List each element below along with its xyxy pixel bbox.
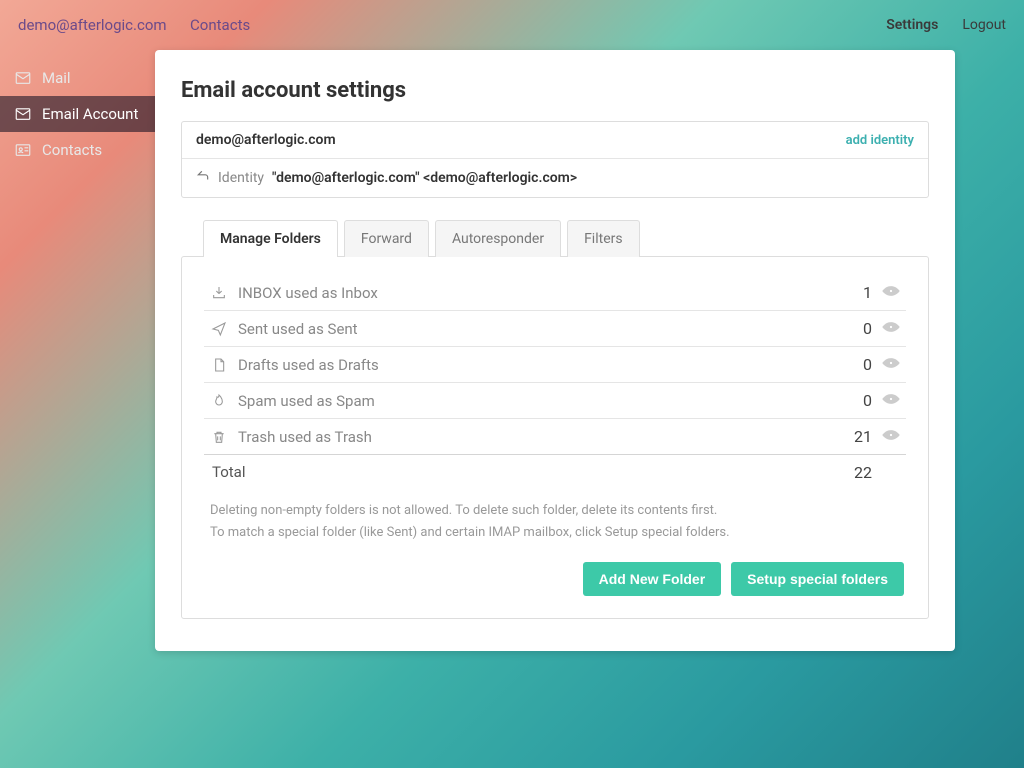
sidebar-item-label: Mail bbox=[42, 69, 71, 87]
folder-row-inbox[interactable]: INBOX used as Inbox 1 bbox=[204, 275, 906, 310]
add-new-folder-button[interactable]: Add New Folder bbox=[583, 562, 722, 596]
identity-row[interactable]: Identity "demo@afterlogic.com" <demo@aft… bbox=[182, 159, 928, 197]
page-title: Email account settings bbox=[181, 78, 929, 103]
logout-link[interactable]: Logout bbox=[962, 17, 1006, 33]
tab-filters[interactable]: Filters bbox=[567, 220, 640, 257]
help-line-1: Deleting non-empty folders is not allowe… bbox=[210, 500, 900, 522]
folder-row-drafts[interactable]: Drafts used as Drafts 0 bbox=[204, 346, 906, 382]
id-card-icon bbox=[14, 141, 32, 159]
folder-list: INBOX used as Inbox 1 Sent used as Sent … bbox=[182, 275, 928, 490]
sidebar-item-label: Email Account bbox=[42, 105, 138, 123]
user-email-link[interactable]: demo@afterlogic.com bbox=[18, 16, 167, 34]
return-arrow-icon bbox=[196, 169, 210, 187]
folder-name: Sent used as Sent bbox=[238, 320, 832, 338]
action-row: Add New Folder Setup special folders bbox=[182, 544, 928, 596]
eye-icon[interactable] bbox=[872, 285, 900, 301]
file-icon bbox=[210, 357, 228, 373]
folder-row-sent[interactable]: Sent used as Sent 0 bbox=[204, 310, 906, 346]
eye-icon[interactable] bbox=[872, 429, 900, 445]
total-row: Total 22 bbox=[204, 454, 906, 490]
folder-row-spam[interactable]: Spam used as Spam 0 bbox=[204, 382, 906, 418]
folder-count: 0 bbox=[832, 355, 872, 374]
tab-forward[interactable]: Forward bbox=[344, 220, 429, 257]
tabs: Manage Folders Forward Autoresponder Fil… bbox=[203, 220, 929, 257]
sidebar-item-contacts[interactable]: Contacts bbox=[0, 132, 155, 168]
account-row[interactable]: demo@afterlogic.com add identity bbox=[182, 122, 928, 159]
sidebar-item-email-account[interactable]: Email Account bbox=[0, 96, 155, 132]
setup-special-folders-button[interactable]: Setup special folders bbox=[731, 562, 904, 596]
eye-icon[interactable] bbox=[872, 321, 900, 337]
folder-count: 0 bbox=[832, 319, 872, 338]
folder-name: Spam used as Spam bbox=[238, 392, 832, 410]
settings-link[interactable]: Settings bbox=[886, 17, 938, 33]
help-line-2: To match a special folder (like Sent) an… bbox=[210, 522, 900, 544]
contacts-top-link[interactable]: Contacts bbox=[190, 16, 250, 34]
sidebar-item-label: Contacts bbox=[42, 141, 102, 159]
total-count: 22 bbox=[832, 463, 900, 482]
inbox-icon bbox=[210, 285, 228, 301]
folder-name: Drafts used as Drafts bbox=[238, 356, 832, 374]
eye-icon[interactable] bbox=[872, 393, 900, 409]
add-identity-link[interactable]: add identity bbox=[846, 133, 914, 148]
topbar: demo@afterlogic.com Contacts Settings Lo… bbox=[0, 0, 1024, 50]
folder-row-trash[interactable]: Trash used as Trash 21 bbox=[204, 418, 906, 454]
account-box: demo@afterlogic.com add identity Identit… bbox=[181, 121, 929, 198]
identity-prefix: Identity bbox=[218, 170, 264, 186]
account-email: demo@afterlogic.com bbox=[196, 132, 846, 148]
tab-manage-folders[interactable]: Manage Folders bbox=[203, 220, 338, 257]
total-label: Total bbox=[210, 463, 832, 482]
flame-icon bbox=[210, 393, 228, 409]
sidebar: Mail Email Account Contacts bbox=[0, 50, 155, 651]
eye-icon[interactable] bbox=[872, 357, 900, 373]
envelope-icon bbox=[14, 69, 32, 87]
folder-name: INBOX used as Inbox bbox=[238, 284, 832, 302]
folder-count: 0 bbox=[832, 391, 872, 410]
send-icon bbox=[210, 321, 228, 337]
tab-autoresponder[interactable]: Autoresponder bbox=[435, 220, 561, 257]
folder-count: 21 bbox=[832, 427, 872, 446]
envelope-icon bbox=[14, 105, 32, 123]
sidebar-item-mail[interactable]: Mail bbox=[0, 60, 155, 96]
identity-value: "demo@afterlogic.com" <demo@afterlogic.c… bbox=[272, 170, 577, 186]
tab-content: INBOX used as Inbox 1 Sent used as Sent … bbox=[181, 256, 929, 619]
folder-name: Trash used as Trash bbox=[238, 428, 832, 446]
settings-panel: Email account settings demo@afterlogic.c… bbox=[155, 50, 955, 651]
trash-icon bbox=[210, 429, 228, 445]
help-text: Deleting non-empty folders is not allowe… bbox=[182, 490, 928, 544]
folder-count: 1 bbox=[832, 283, 872, 302]
